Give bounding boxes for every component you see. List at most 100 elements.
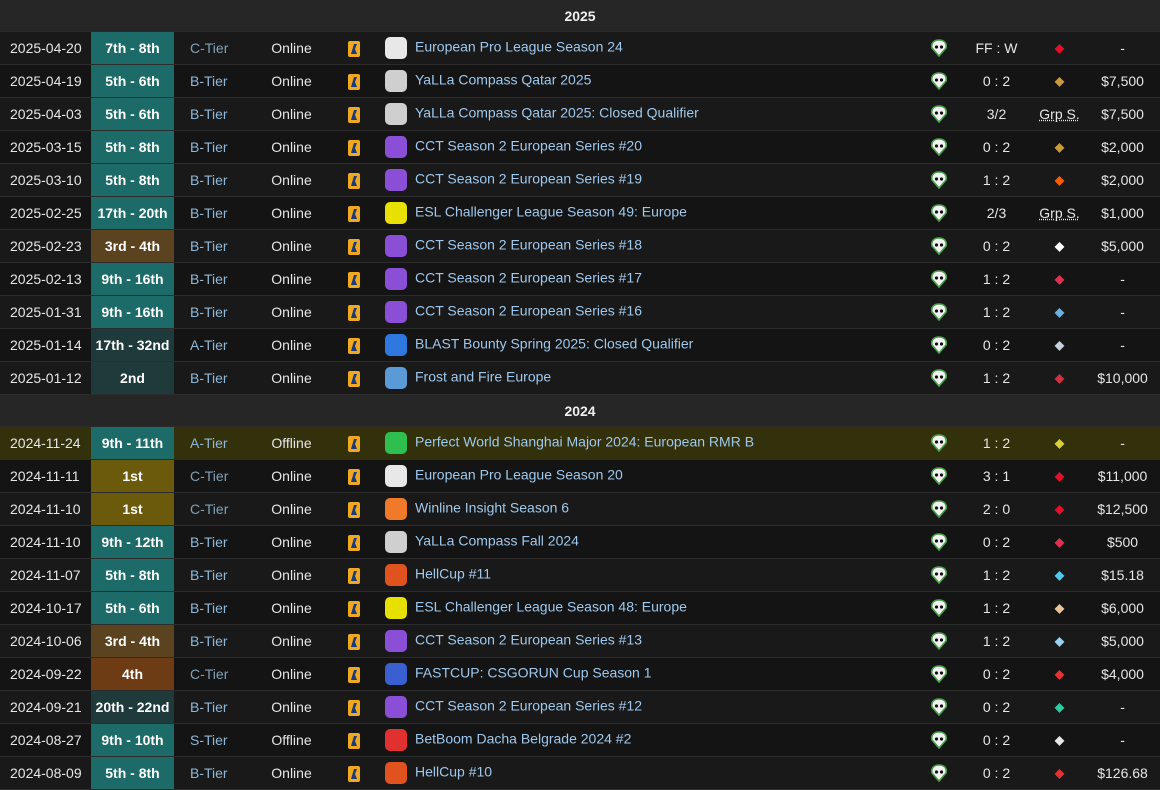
table-row[interactable]: 2024-09-22 4th C-Tier Online FASTCUP: CSGORU…: [0, 657, 1160, 691]
table-row[interactable]: 2025-04-20 7th - 8th C-Tier Online European …: [0, 31, 1160, 65]
tournament-link[interactable]: Perfect World Shanghai Major 2024: Europ…: [415, 434, 754, 450]
tier-link[interactable]: B-Tier: [190, 172, 228, 188]
tournament-link[interactable]: FASTCUP: CSGORUN Cup Season 1: [415, 665, 652, 681]
trident-logo-icon[interactable]: ◆: [1045, 301, 1075, 323]
furia-logo-icon[interactable]: ◆: [1045, 729, 1075, 751]
tier-link[interactable]: C-Tier: [190, 40, 228, 56]
tier-link[interactable]: B-Tier: [190, 238, 228, 254]
table-row[interactable]: 2024-10-17 5th - 6th B-Tier Online ESL Chall…: [0, 591, 1160, 625]
tournament-link[interactable]: CCT Season 2 European Series #18: [415, 237, 642, 253]
tournament-link[interactable]: CCT Season 2 European Series #16: [415, 303, 642, 319]
tier-link[interactable]: C-Tier: [190, 501, 228, 517]
tier-link[interactable]: B-Tier: [190, 73, 228, 89]
tournament-link[interactable]: Winline Insight Season 6: [415, 500, 569, 516]
table-row[interactable]: 2025-02-13 9th - 16th B-Tier Online CCT Seas…: [0, 262, 1160, 296]
opponent-cell: ◆: [1034, 295, 1085, 329]
tournament-link[interactable]: European Pro League Season 24: [415, 39, 623, 55]
table-row[interactable]: 2024-08-27 9th - 10th S-Tier Offline BetBoom…: [0, 723, 1160, 757]
monte-logo-icon[interactable]: ◆: [1045, 696, 1075, 718]
date-cell: 2025-02-23: [0, 229, 91, 263]
table-row[interactable]: 2024-11-24 9th - 11th A-Tier Offline Perfect…: [0, 426, 1160, 460]
tournament-link[interactable]: European Pro League Season 20: [415, 467, 623, 483]
table-row[interactable]: 2025-03-15 5th - 8th B-Tier Online CCT Seaso…: [0, 130, 1160, 164]
table-row[interactable]: 2025-04-03 5th - 6th B-Tier Online YaLLa Com…: [0, 97, 1160, 131]
table-row[interactable]: 2025-04-19 5th - 6th B-Tier Online YaLLa Com…: [0, 64, 1160, 98]
table-row[interactable]: 2025-01-12 2nd B-Tier Online Frost and Fire …: [0, 361, 1160, 395]
tier-link[interactable]: B-Tier: [190, 567, 228, 583]
500-logo-icon[interactable]: ◆: [1045, 268, 1075, 290]
liquid-logo-icon[interactable]: ◆: [1045, 334, 1075, 356]
red-wings-logo-icon[interactable]: ◆: [1045, 367, 1075, 389]
table-row[interactable]: 2024-11-07 5th - 8th B-Tier Online HellCup #…: [0, 558, 1160, 592]
tier-link[interactable]: B-Tier: [190, 106, 228, 122]
table-row[interactable]: 2025-03-10 5th - 8th B-Tier Online CCT Seaso…: [0, 163, 1160, 197]
aurora-logo-icon[interactable]: ◆: [1045, 564, 1075, 586]
tournament-link[interactable]: CCT Season 2 European Series #12: [415, 698, 642, 714]
tournament-link[interactable]: BLAST Bounty Spring 2025: Closed Qualifi…: [415, 336, 693, 352]
team-cell: [919, 196, 959, 230]
table-row[interactable]: 2024-11-10 9th - 12th B-Tier Online YaLLa Co…: [0, 525, 1160, 559]
ninjas-logo-icon[interactable]: ◆: [1045, 432, 1075, 454]
team-alien-logo-icon: [930, 171, 948, 190]
tournament-link[interactable]: CCT Season 2 European Series #13: [415, 632, 642, 648]
tournament-link[interactable]: CCT Season 2 European Series #17: [415, 270, 642, 286]
fnatic-logo-icon[interactable]: ◆: [1045, 169, 1075, 191]
tournament-link[interactable]: HellCup #10: [415, 764, 492, 780]
gl-logo-icon[interactable]: ◆: [1045, 630, 1075, 652]
year-label: 2024: [0, 394, 1160, 427]
tier-link[interactable]: B-Tier: [190, 304, 228, 320]
group-stage-label[interactable]: Grp S.: [1039, 106, 1079, 122]
apeks-logo-icon[interactable]: ◆: [1045, 597, 1075, 619]
tier-link[interactable]: B-Tier: [190, 534, 228, 550]
ence-logo-icon[interactable]: ◆: [1045, 136, 1075, 158]
tier-link[interactable]: B-Tier: [190, 765, 228, 781]
mode-cell: Online: [254, 624, 329, 658]
dynamo-logo-icon[interactable]: ◆: [1045, 37, 1075, 59]
placement-cell: 5th - 6th: [91, 591, 174, 625]
table-row[interactable]: 2024-11-10 1st C-Tier Online Winline Insight…: [0, 492, 1160, 526]
ence-logo-icon[interactable]: ◆: [1045, 70, 1075, 92]
tier-cell: B-Tier: [174, 163, 254, 197]
winline-logo-icon: [385, 498, 407, 520]
tournament-link[interactable]: ESL Challenger League Season 49: Europe: [415, 204, 687, 220]
table-row[interactable]: 2025-01-31 9th - 16th B-Tier Online CCT Seas…: [0, 295, 1160, 329]
tier-link[interactable]: A-Tier: [190, 435, 228, 451]
tournament-link[interactable]: YaLLa Compass Qatar 2025: Closed Qualifi…: [415, 105, 699, 121]
table-row[interactable]: 2024-11-11 1st C-Tier Online European Pro Le…: [0, 459, 1160, 493]
tournament-link[interactable]: YaLLa Compass Fall 2024: [415, 533, 579, 549]
tier-link[interactable]: B-Tier: [190, 633, 228, 649]
tournament-link[interactable]: BetBoom Dacha Belgrade 2024 #2: [415, 731, 631, 747]
tier-link[interactable]: B-Tier: [190, 600, 228, 616]
table-row[interactable]: 2025-02-23 3rd - 4th B-Tier Online CCT Seaso…: [0, 229, 1160, 263]
tournament-link[interactable]: CCT Season 2 European Series #20: [415, 138, 642, 154]
tier-link[interactable]: A-Tier: [190, 337, 228, 353]
tier-link[interactable]: C-Tier: [190, 666, 228, 682]
table-row[interactable]: 2024-08-09 5th - 8th B-Tier Online HellCup #…: [0, 756, 1160, 790]
table-row[interactable]: 2025-01-14 17th - 32nd A-Tier Online BLAST B…: [0, 328, 1160, 362]
table-row[interactable]: 2025-02-25 17th - 20th B-Tier Online ESL Cha…: [0, 196, 1160, 230]
tournament-link[interactable]: Frost and Fire Europe: [415, 369, 551, 385]
tournament-link[interactable]: HellCup #11: [415, 566, 491, 582]
500-logo-icon[interactable]: ◆: [1045, 531, 1075, 553]
tournament-link[interactable]: YaLLa Compass Qatar 2025: [415, 72, 591, 88]
table-row[interactable]: 2024-09-21 20th - 22nd B-Tier Online CCT Sea…: [0, 690, 1160, 724]
tier-link[interactable]: B-Tier: [190, 139, 228, 155]
mode-cell: Online: [254, 525, 329, 559]
navi-logo-icon[interactable]: ◆: [1045, 762, 1075, 784]
prize-cell: $5,000: [1085, 624, 1160, 658]
betboom-logo-icon[interactable]: ◆: [1045, 235, 1075, 257]
counter-strike-icon: [348, 567, 360, 584]
tier-link[interactable]: B-Tier: [190, 205, 228, 221]
dynamo-logo-icon[interactable]: ◆: [1045, 465, 1075, 487]
navi-logo-icon[interactable]: ◆: [1045, 663, 1075, 685]
tier-link[interactable]: B-Tier: [190, 699, 228, 715]
tier-link[interactable]: B-Tier: [190, 370, 228, 386]
table-row[interactable]: 2024-10-06 3rd - 4th B-Tier Online CCT Seaso…: [0, 624, 1160, 658]
tournament-link[interactable]: ESL Challenger League Season 48: Europe: [415, 599, 687, 615]
tier-link[interactable]: C-Tier: [190, 468, 228, 484]
tournament-link[interactable]: CCT Season 2 European Series #19: [415, 171, 642, 187]
dynamo-logo-icon[interactable]: ◆: [1045, 498, 1075, 520]
tier-link[interactable]: B-Tier: [190, 271, 228, 287]
tier-link[interactable]: S-Tier: [190, 732, 228, 748]
group-stage-label[interactable]: Grp S.: [1039, 205, 1079, 221]
